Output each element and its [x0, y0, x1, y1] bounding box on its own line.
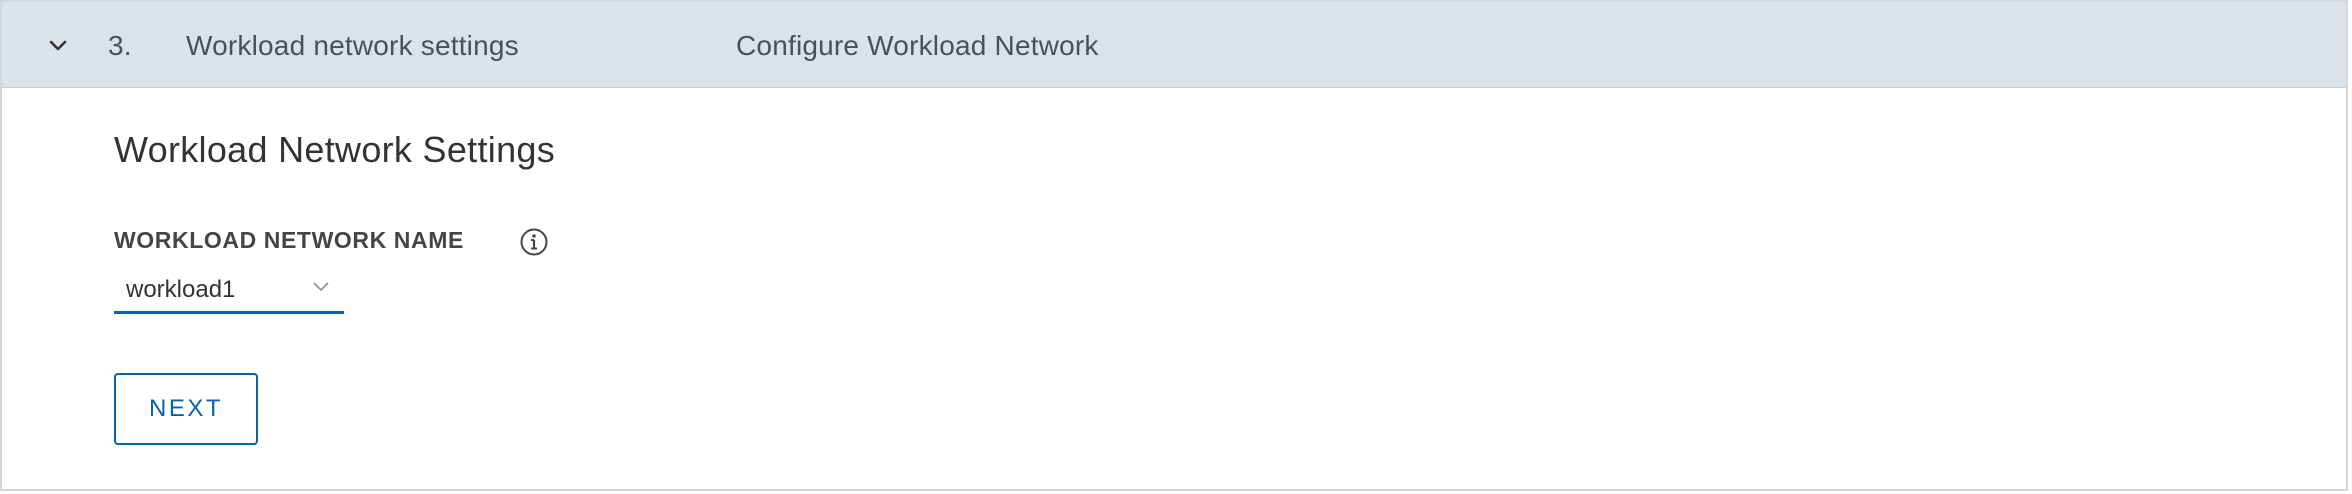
step-header[interactable]: 3. Workload network settings Configure W…	[2, 2, 2346, 88]
section-title: Workload Network Settings	[114, 129, 556, 170]
step-title: Workload network settings	[186, 30, 519, 61]
next-button[interactable]: NEXT	[114, 373, 258, 445]
workload-network-name-value: workload1	[126, 276, 236, 303]
workload-network-name-label: WORKLOAD NETWORK NAME	[114, 227, 464, 253]
step-number: 3.	[108, 30, 132, 61]
step-description: Configure Workload Network	[736, 30, 1099, 61]
chevron-down-icon	[313, 282, 329, 292]
workload-network-name-select[interactable]: workload1	[114, 272, 344, 314]
chevron-down-icon[interactable]	[48, 36, 68, 56]
workload-network-step-panel: 3. Workload network settings Configure W…	[0, 0, 2348, 491]
info-circle-icon[interactable]	[519, 227, 549, 257]
